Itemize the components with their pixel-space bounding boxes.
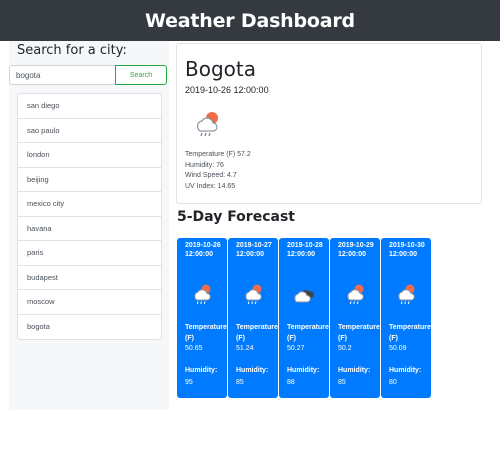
forecast-humidity-label: Humidity: [287, 367, 320, 374]
page-title: Weather Dashboard [145, 9, 355, 32]
forecast-humidity-label: Humidity: [236, 367, 269, 374]
forecast-humidity-label: Humidity: [389, 367, 422, 374]
forecast-date: 2019-10-30 12:00:00 [389, 242, 425, 258]
forecast-card: 2019-10-27 12:00:00 Temperature (F) 51.2… [228, 238, 278, 398]
list-item[interactable]: budapest [18, 266, 161, 290]
rain-cloud-sun-icon [190, 282, 214, 306]
list-item[interactable]: paris [18, 241, 161, 266]
forecast-date: 2019-10-26 12:00:00 [185, 242, 221, 258]
rain-cloud-sun-icon [394, 282, 418, 306]
forecast-temp: 50.65 [185, 345, 203, 352]
current-uv-index: UV Index: 14.65 [185, 182, 236, 190]
list-item[interactable]: mexico city [18, 192, 161, 217]
forecast-date: 2019-10-28 12:00:00 [287, 242, 323, 258]
list-item[interactable]: sao paulo [18, 119, 161, 143]
current-weather-card: Bogota 2019-10-26 12:00:00 Temperature (… [176, 43, 482, 204]
city-history-list: san diego sao paulo london beijing mexic… [17, 93, 162, 340]
rain-cloud-sun-icon [343, 282, 367, 306]
forecast-date: 2019-10-27 12:00:00 [236, 242, 272, 258]
current-date: 2019-10-26 12:00:00 [185, 85, 269, 95]
forecast-temp-label: Temperature (F) [236, 324, 278, 342]
current-city-name: Bogota [185, 57, 256, 81]
forecast-date: 2019-10-29 12:00:00 [338, 242, 374, 258]
forecast-humidity: 85 [236, 379, 244, 386]
current-stats: Temperature (F) 57.2 Humidity: 76 Wind S… [185, 150, 251, 192]
forecast-temp-label: Temperature (F) [287, 324, 329, 342]
rain-cloud-sun-icon [241, 282, 265, 306]
forecast-humidity-label: Humidity: [338, 367, 371, 374]
list-item[interactable]: san diego [18, 94, 161, 119]
list-item[interactable]: london [18, 143, 161, 168]
forecast-humidity: 88 [287, 379, 295, 386]
search-title: Search for a city: [17, 43, 127, 58]
search-button[interactable]: Search [115, 65, 167, 85]
forecast-card: 2019-10-28 12:00:00 Temperature (F) 50.2… [279, 238, 329, 398]
current-humidity: Humidity: 76 [185, 161, 224, 169]
rain-cloud-sun-icon [191, 108, 223, 138]
sidebar: Search for a city: bogota Search san die… [9, 41, 169, 410]
forecast-humidity-label: Humidity: [185, 367, 218, 374]
list-item[interactable]: bogota [18, 315, 161, 340]
forecast-card: 2019-10-29 12:00:00 Temperature (F) 50.2… [330, 238, 380, 398]
forecast-humidity: 80 [389, 379, 397, 386]
forecast-temp: 50.2 [338, 345, 352, 352]
forecast-humidity: 85 [338, 379, 346, 386]
app-header: Weather Dashboard [0, 0, 500, 41]
list-item[interactable]: beijing [18, 168, 161, 192]
forecast-row: 2019-10-26 12:00:00 Temperature (F) 50.6… [177, 238, 431, 398]
forecast-temp: 50.27 [287, 345, 305, 352]
search-input[interactable]: bogota [9, 65, 117, 85]
cloudy-icon [292, 282, 316, 306]
forecast-card: 2019-10-30 12:00:00 Temperature (F) 50.0… [381, 238, 431, 398]
forecast-temp-label: Temperature (F) [389, 324, 431, 342]
forecast-card: 2019-10-26 12:00:00 Temperature (F) 50.6… [177, 238, 227, 398]
list-item[interactable]: moscow [18, 290, 161, 315]
forecast-temp: 51.24 [236, 345, 254, 352]
forecast-temp-label: Temperature (F) [338, 324, 380, 342]
forecast-title: 5-Day Forecast [177, 209, 295, 225]
current-wind-speed: Wind Speed: 4.7 [185, 172, 237, 179]
forecast-humidity: 95 [185, 379, 193, 386]
forecast-temp-label: Temperature (F) [185, 324, 227, 342]
list-item[interactable]: havana [18, 217, 161, 241]
current-temperature: Temperature (F) 57.2 [185, 151, 251, 158]
forecast-temp: 50.09 [389, 345, 407, 352]
